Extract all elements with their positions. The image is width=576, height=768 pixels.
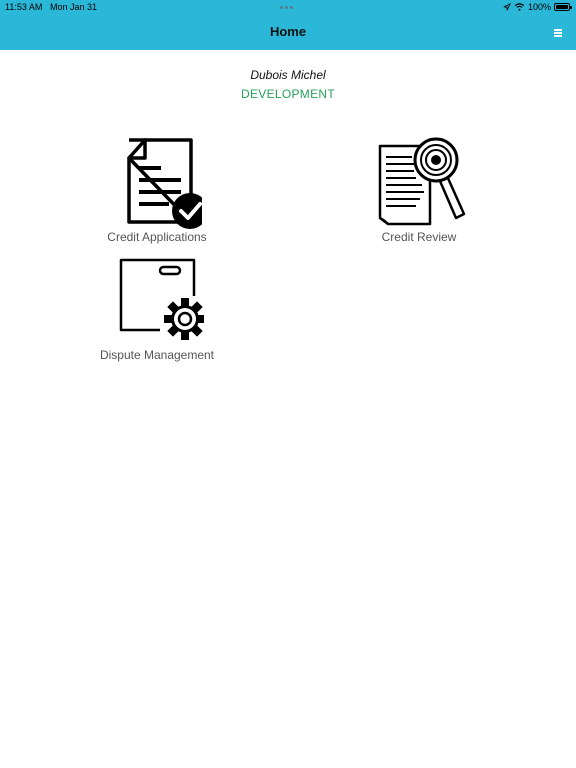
- credit-applications-label: Credit Applications: [107, 230, 207, 244]
- status-indicators: 100%: [503, 1, 572, 13]
- dispute-management-label: Dispute Management: [99, 348, 215, 362]
- page-title: Home: [269, 24, 307, 39]
- status-date: Mon Jan 31: [50, 2, 98, 12]
- battery-percent: 100%: [527, 2, 551, 12]
- credit-review-label: Credit Review: [381, 230, 457, 244]
- box-gear-icon: [119, 258, 204, 340]
- document-magnifier-icon: [378, 137, 466, 226]
- status-time: 11:53 AM: [5, 2, 43, 12]
- environment-label: DEVELOPMENT: [241, 87, 335, 101]
- multitasking-dots-icon[interactable]: [280, 6, 296, 10]
- credit-review-tile[interactable]: Credit Review: [348, 136, 490, 244]
- wifi-icon: [514, 3, 525, 11]
- top-bar: 11:53 AM Mon Jan 31 100% Home: [0, 0, 576, 50]
- battery-icon: [554, 3, 572, 11]
- user-name: Dubois Michel: [250, 68, 326, 82]
- dispute-management-tile[interactable]: Dispute Management: [86, 256, 228, 362]
- location-icon: [503, 3, 511, 11]
- menu-icon[interactable]: [554, 29, 562, 37]
- document-check-icon: [127, 138, 202, 229]
- credit-applications-tile[interactable]: Credit Applications: [86, 136, 228, 244]
